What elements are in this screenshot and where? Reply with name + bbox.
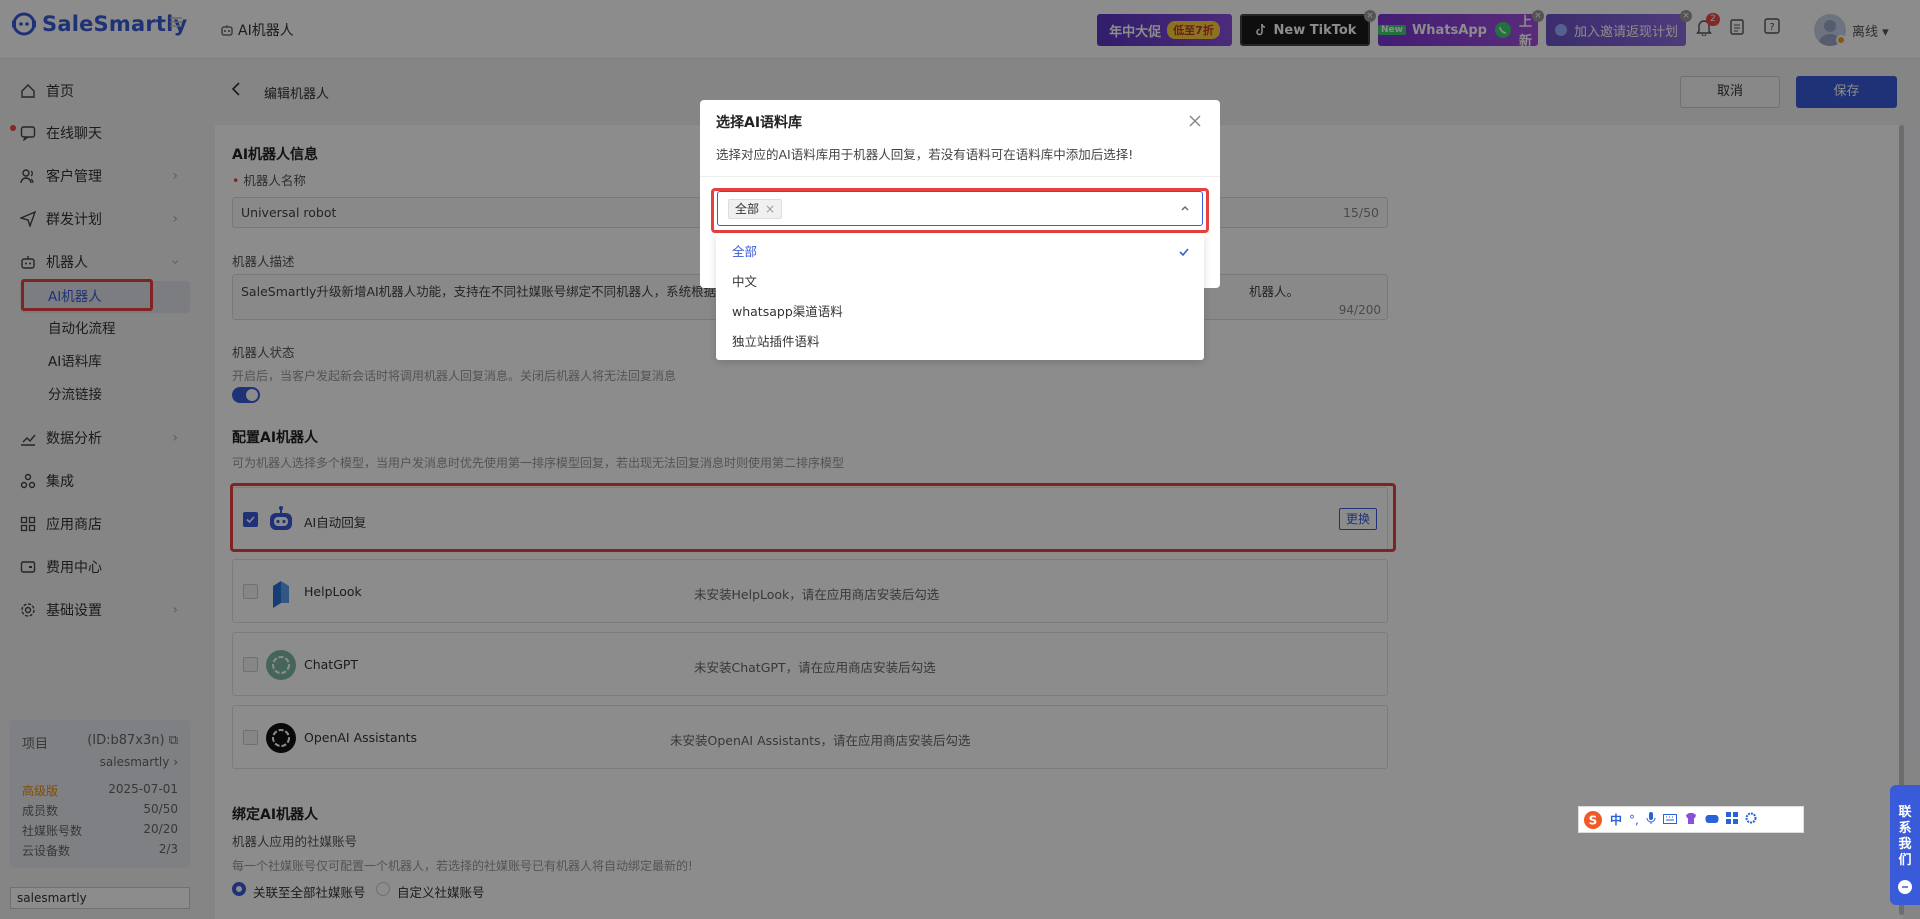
close-icon[interactable]: [1188, 114, 1202, 128]
divider: [700, 176, 1220, 177]
modal-title: 选择AI语料库: [716, 115, 803, 131]
punctuation-icon: °,: [1629, 812, 1639, 827]
sogou-icon: S: [1583, 810, 1603, 830]
svg-text:S: S: [1589, 813, 1598, 827]
contact-us-label: 联系我们: [1898, 805, 1912, 868]
chat-bubble-icon: [1897, 879, 1913, 895]
option-label: whatsapp渠道语料: [732, 304, 843, 319]
dropdown-option[interactable]: whatsapp渠道语料: [716, 297, 1204, 327]
option-label: 全部: [732, 244, 758, 259]
contact-us-button[interactable]: 联系我们: [1890, 785, 1920, 905]
dropdown-option[interactable]: 独立站插件语料: [716, 327, 1204, 357]
modal-description: 选择对应的AI语料库用于机器人回复，若没有语料可在语料库中添加后选择!: [716, 147, 1134, 162]
corpus-dropdown: 全部 中文 whatsapp渠道语料 独立站插件语料: [716, 233, 1204, 360]
highlight-box: [711, 188, 1209, 233]
game-icon: [1705, 813, 1719, 827]
dropdown-option[interactable]: 全部: [716, 237, 1204, 267]
settings-icon: [1745, 812, 1757, 827]
option-label: 中文: [732, 274, 758, 289]
skin-icon: [1684, 811, 1698, 828]
option-label: 独立站插件语料: [732, 334, 820, 349]
microphone-icon: [1646, 811, 1656, 828]
dropdown-option[interactable]: 中文: [716, 267, 1204, 297]
ime-toolbar[interactable]: S 中 °,: [1578, 806, 1804, 833]
keyboard-icon: [1662, 813, 1677, 827]
grid-icon: [1725, 812, 1738, 827]
check-icon: [1178, 246, 1190, 258]
ime-mode-label: 中: [1610, 813, 1623, 827]
